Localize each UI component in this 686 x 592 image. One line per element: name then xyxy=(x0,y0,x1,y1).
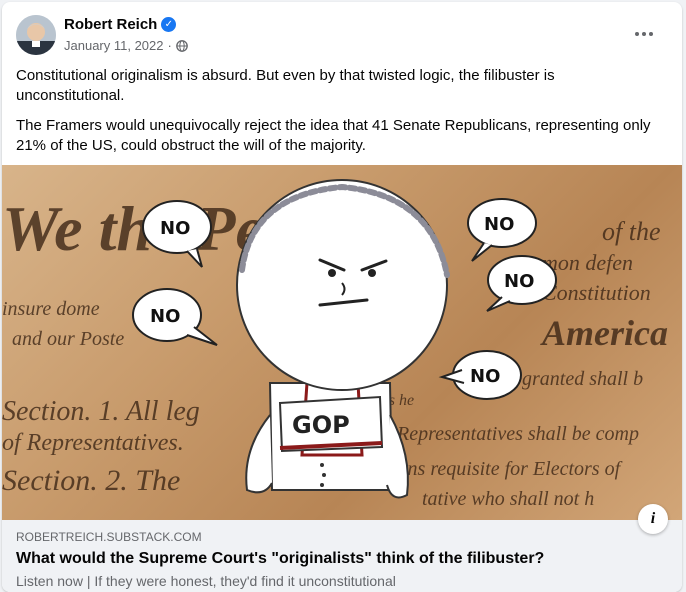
post-card: Robert Reich ✓ January 11, 2022 · Consti… xyxy=(2,2,682,592)
post-body: Constitutional originalism is absurd. Bu… xyxy=(16,66,666,166)
author-name[interactable]: Robert Reich ✓ xyxy=(64,16,177,33)
more-options-button[interactable] xyxy=(626,16,662,52)
cartoon-illustration: We the People of the mon defen Constitut… xyxy=(2,179,668,510)
script-mon-defen: mon defen xyxy=(542,250,633,275)
script-tative-who: tative who shall not h xyxy=(422,488,594,510)
link-preview[interactable]: ROBERTREICH.SUBSTACK.COM What would the … xyxy=(2,520,682,592)
script-constitution: Constitution xyxy=(542,280,651,305)
globe-icon[interactable] xyxy=(175,39,188,52)
script-of-the: of the xyxy=(602,217,661,246)
script-and-our-poste: and our Poste xyxy=(12,328,124,350)
post-meta: January 11, 2022 · xyxy=(64,38,188,53)
link-title[interactable]: What would the Supreme Court's "original… xyxy=(16,550,544,568)
speech-bubble-5: NO xyxy=(438,350,522,400)
post-paragraph-2: The Framers would unequivocally reject t… xyxy=(16,117,651,154)
script-of-representatives: of Representatives. xyxy=(2,430,184,456)
post-date[interactable]: January 11, 2022 xyxy=(64,38,164,53)
speech-bubble-text-1: NO xyxy=(160,218,190,239)
speech-bubble-4: NO xyxy=(132,288,218,346)
more-options-dot xyxy=(642,32,646,36)
avatar-image xyxy=(16,15,56,55)
avatar[interactable] xyxy=(16,15,56,55)
speech-bubble-2: NO xyxy=(467,198,537,262)
speech-bubble-text-5: NO xyxy=(470,366,500,387)
more-options-icon xyxy=(635,32,639,36)
post-header: Robert Reich ✓ January 11, 2022 · xyxy=(2,2,682,66)
script-representatives-shall: Representatives shall be comp xyxy=(396,423,639,445)
cartoon-character: GOP xyxy=(236,179,450,499)
script-america: America xyxy=(540,313,668,353)
post-paragraph-1: Constitutional originalism is absurd. Bu… xyxy=(16,67,555,104)
post-image[interactable]: We the People of the mon defen Constitut… xyxy=(2,165,682,520)
script-granted-shall: granted shall b xyxy=(522,368,643,390)
more-options-dot xyxy=(649,32,653,36)
script-section-1: Section. 1. All leg xyxy=(2,396,200,427)
speech-bubble-text-4: NO xyxy=(150,306,180,327)
link-description[interactable]: Listen now | If they were honest, they'd… xyxy=(16,573,396,589)
meta-separator: · xyxy=(167,38,172,53)
verified-badge-icon: ✓ xyxy=(161,17,177,32)
script-section-2: Section. 2. The xyxy=(2,464,180,497)
script-ions-requisite: ions requisite for Electors of xyxy=(392,458,623,480)
link-domain[interactable]: ROBERTREICH.SUBSTACK.COM xyxy=(16,530,202,544)
speech-bubble-text-2: NO xyxy=(484,214,514,235)
speech-bubble-text-3: NO xyxy=(504,271,534,292)
info-icon[interactable]: i xyxy=(638,504,668,534)
gop-badge-text: GOP xyxy=(292,411,350,439)
author-name-text[interactable]: Robert Reich xyxy=(64,16,157,33)
script-insure-dome: insure dome xyxy=(2,298,100,320)
